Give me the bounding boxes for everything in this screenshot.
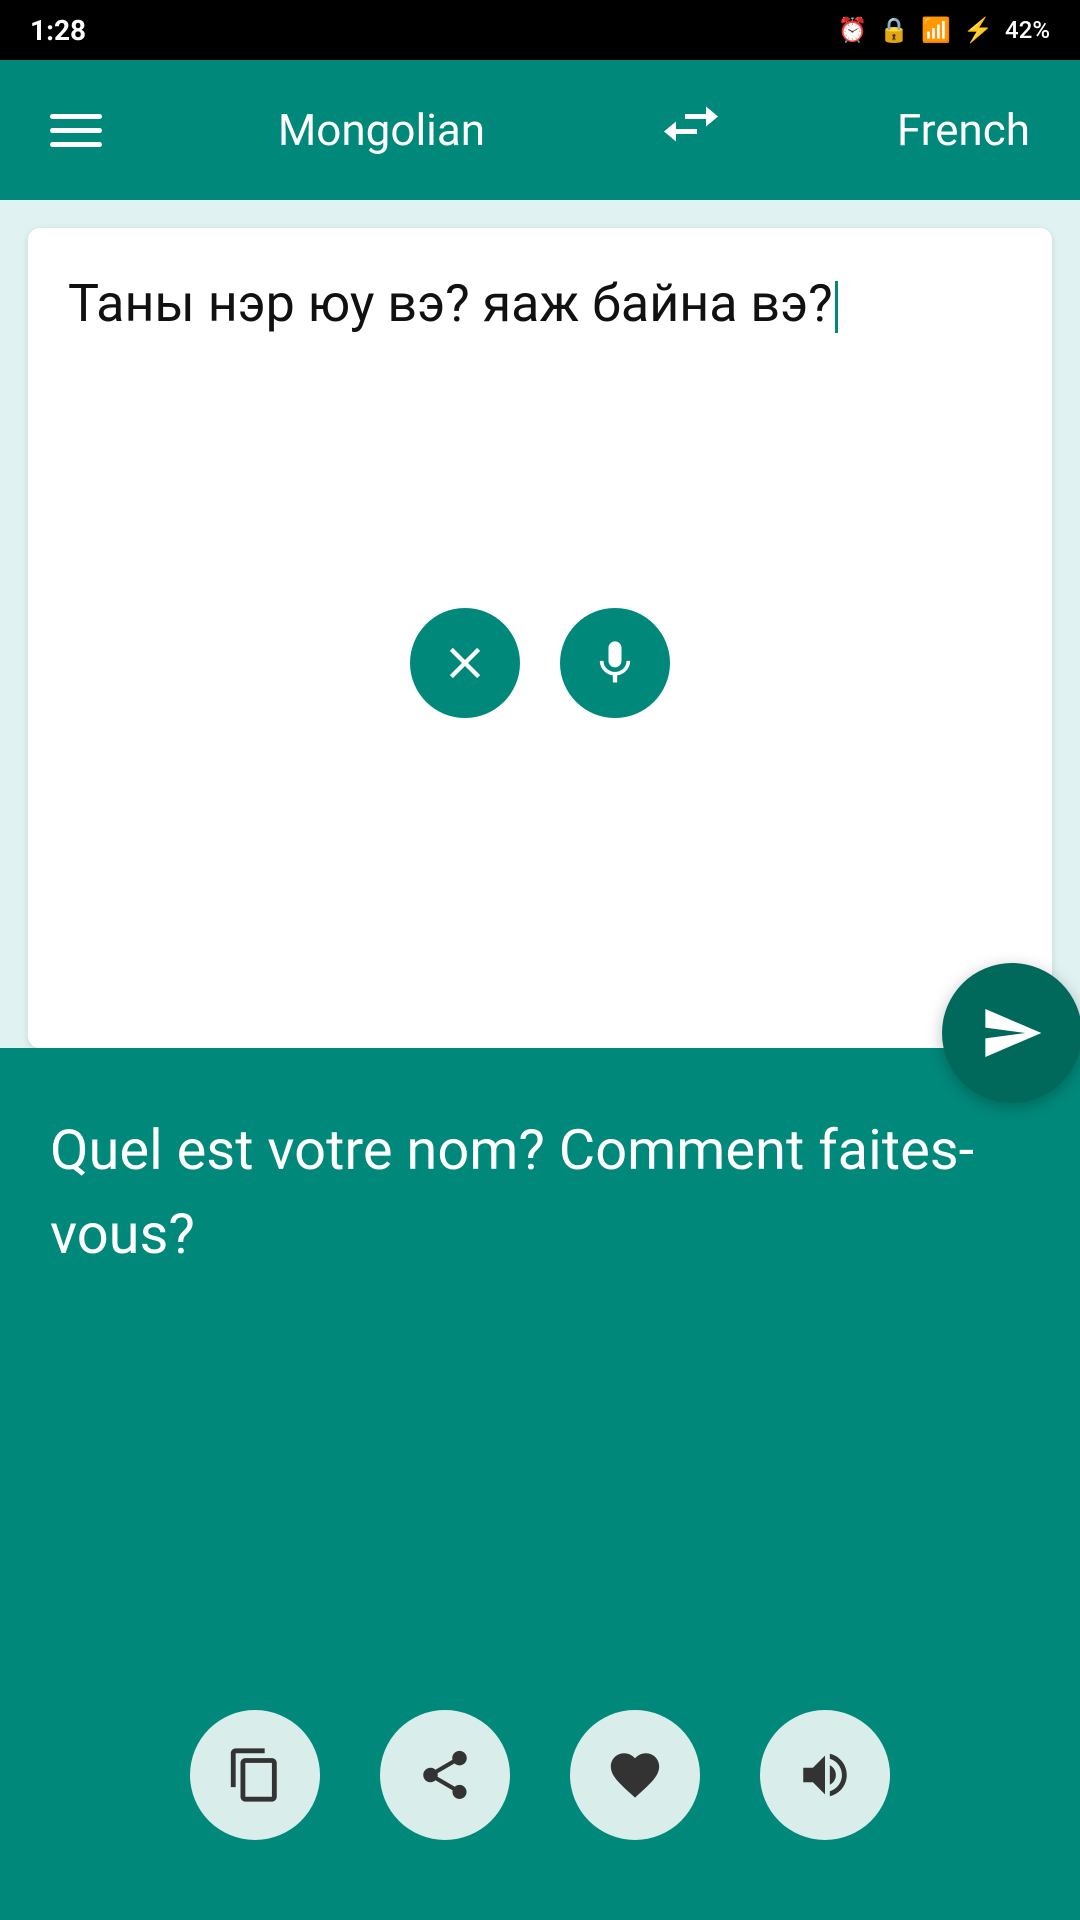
battery-level: 42%	[1005, 16, 1050, 44]
target-language-label[interactable]: French	[897, 104, 1030, 156]
battery-charging-icon: ⚡	[963, 16, 993, 44]
input-text[interactable]: Таны нэр юу вэ? яаж байна вэ?	[68, 268, 1012, 568]
swap-languages-button[interactable]	[655, 94, 727, 167]
status-icons: ⏰ 🔒 📶 ⚡ 42%	[837, 16, 1050, 44]
share-button[interactable]	[380, 1710, 510, 1840]
favorite-button[interactable]	[570, 1710, 700, 1840]
app-bar: Mongolian French	[0, 60, 1080, 200]
text-cursor	[835, 281, 838, 333]
status-time: 1:28	[30, 14, 86, 47]
menu-line-1	[50, 114, 102, 119]
output-text: Quel est votre nom? Comment faites-vous?	[50, 1108, 1030, 1276]
signal-icon: 📶	[921, 16, 951, 44]
menu-line-3	[50, 142, 102, 147]
source-language-label[interactable]: Mongolian	[278, 104, 485, 156]
microphone-button[interactable]	[560, 608, 670, 718]
copy-button[interactable]	[190, 1710, 320, 1840]
clear-button[interactable]	[410, 608, 520, 718]
menu-line-2	[50, 128, 102, 133]
speak-button[interactable]	[760, 1710, 890, 1840]
input-text-value: Таны нэр юу вэ? яаж байна вэ?	[68, 273, 833, 334]
input-section: Таны нэр юу вэ? яаж байна вэ?	[28, 228, 1052, 1048]
alarm-icon: ⏰	[837, 16, 867, 44]
output-section: Quel est votre nom? Comment faites-vous?	[0, 1048, 1080, 1920]
output-buttons	[50, 1710, 1030, 1880]
menu-button[interactable]	[50, 114, 102, 147]
sim-icon: 🔒	[879, 16, 909, 44]
main-content: Таны нэр юу вэ? яаж байна вэ? Quel est v…	[0, 200, 1080, 1920]
input-buttons	[68, 608, 1012, 738]
status-bar: 1:28 ⏰ 🔒 📶 ⚡ 42%	[0, 0, 1080, 60]
send-translate-button[interactable]	[942, 963, 1080, 1103]
